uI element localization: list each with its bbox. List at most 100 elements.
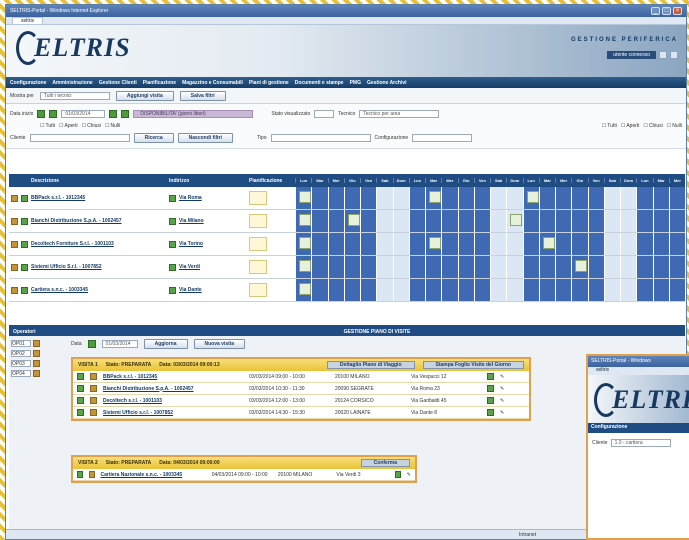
edit-icon[interactable]: ✎ <box>500 386 504 392</box>
day-cell[interactable] <box>473 256 490 278</box>
nav-item-configurazione[interactable]: Configurazione <box>10 80 46 86</box>
close-icon[interactable]: × <box>673 7 682 15</box>
day-cell[interactable] <box>457 187 474 209</box>
day-cell[interactable] <box>620 256 637 278</box>
client-icon[interactable] <box>11 240 18 248</box>
day-cell[interactable] <box>327 210 344 232</box>
day-cell[interactable] <box>652 256 669 278</box>
move-icon[interactable] <box>77 397 84 404</box>
address-link[interactable]: Via Roma <box>179 195 202 201</box>
client-icon[interactable] <box>11 263 18 271</box>
day-cell[interactable] <box>295 233 312 255</box>
visit-client-link[interactable]: Sistemi Ufficio s.r.l. - 1007852 <box>103 410 243 416</box>
next-week-icon[interactable] <box>121 110 130 118</box>
status-icon[interactable] <box>21 286 28 294</box>
table-row[interactable]: Sistemi Ufficio S.r.l. - 1007852 Via Verd… <box>9 256 685 279</box>
client-link[interactable]: Decoltech Forniture S.r.l. - 1001103 <box>31 241 114 247</box>
day-cell[interactable] <box>587 279 604 301</box>
day-cell[interactable] <box>408 256 425 278</box>
day-cell[interactable] <box>425 233 442 255</box>
day-cell[interactable] <box>571 256 588 278</box>
day-cell[interactable] <box>538 256 555 278</box>
day-cell[interactable] <box>603 256 620 278</box>
day-cell[interactable] <box>327 233 344 255</box>
add-visit-button[interactable]: Aggiungi visita <box>115 90 174 101</box>
edit-icon[interactable]: ✎ <box>500 398 504 404</box>
client-icon[interactable] <box>11 194 18 202</box>
day-cell[interactable] <box>636 256 653 278</box>
day-cell[interactable] <box>441 279 458 301</box>
day-cell[interactable] <box>327 256 344 278</box>
day-cell[interactable] <box>408 210 425 232</box>
day-cell[interactable] <box>295 279 312 301</box>
day-cell[interactable] <box>408 187 425 209</box>
day-cell[interactable] <box>506 187 523 209</box>
day-cell[interactable] <box>343 187 360 209</box>
day-cell[interactable] <box>571 187 588 209</box>
day-cell[interactable] <box>571 279 588 301</box>
confirm-button[interactable]: Conferma <box>360 459 410 467</box>
day-cell[interactable] <box>376 187 393 209</box>
day-cell[interactable] <box>490 279 507 301</box>
edit-icon[interactable]: ✎ <box>500 374 504 380</box>
note-icon[interactable] <box>249 214 267 228</box>
day-cell[interactable] <box>506 233 523 255</box>
day-cell[interactable] <box>555 187 572 209</box>
check-chiusi-1[interactable]: Chiusi <box>82 123 101 129</box>
day-cell[interactable] <box>668 279 685 301</box>
nav-item-pmg[interactable]: PMG <box>350 80 361 86</box>
type-select[interactable] <box>270 134 371 142</box>
day-cell[interactable] <box>425 210 442 232</box>
visit-row[interactable]: Cartiera Nazionale s.n.c. - 1003345 04/03… <box>73 469 415 481</box>
day-cell[interactable] <box>506 210 523 232</box>
nav-item-archivi[interactable]: Gestione Archivi <box>367 80 407 86</box>
tech-select[interactable]: Tecnico per area <box>359 110 440 118</box>
nav-item-clienti[interactable]: Gestione Clienti <box>99 80 137 86</box>
visit-row[interactable]: Bianchi Distribuzione S.p.A. - 1002457 03… <box>73 383 529 395</box>
day-cell[interactable] <box>376 233 393 255</box>
table-row[interactable]: Bianchi Distribuzione S.p.A. - 1002457 Vi… <box>9 210 685 233</box>
day-cell[interactable] <box>571 233 588 255</box>
day-cell[interactable] <box>571 210 588 232</box>
operator-field[interactable]: OP03 <box>11 359 31 367</box>
operator-icon[interactable] <box>33 359 40 367</box>
day-cell[interactable] <box>441 233 458 255</box>
operator-icon[interactable] <box>33 369 40 377</box>
visit-date-input[interactable]: 01/03/2014 <box>101 340 138 348</box>
day-cell[interactable] <box>425 256 442 278</box>
nav-item-magazzino[interactable]: Magazzino e Consumabili <box>182 80 243 86</box>
day-cell[interactable] <box>392 233 409 255</box>
day-cell[interactable] <box>522 256 539 278</box>
day-cell[interactable] <box>587 233 604 255</box>
day-cell[interactable] <box>490 187 507 209</box>
day-cell[interactable] <box>490 233 507 255</box>
minimize-icon[interactable]: _ <box>651 7 660 15</box>
map-icon[interactable] <box>169 240 176 248</box>
confirm-icon[interactable] <box>487 397 494 404</box>
day-cell[interactable] <box>538 233 555 255</box>
travel-plan-button[interactable]: Dettaglio Piano di Viaggio <box>326 361 415 369</box>
operator-field[interactable]: OP04 <box>11 369 31 377</box>
edit-icon[interactable]: ✎ <box>500 410 504 416</box>
day-cell[interactable] <box>668 233 685 255</box>
day-cell[interactable] <box>360 233 377 255</box>
day-cell[interactable] <box>506 279 523 301</box>
move-icon[interactable] <box>77 385 84 392</box>
day-cell[interactable] <box>522 187 539 209</box>
day-cell[interactable] <box>620 279 637 301</box>
day-cell[interactable] <box>295 187 312 209</box>
status-icon[interactable] <box>21 240 28 248</box>
day-cell[interactable] <box>473 233 490 255</box>
day-cell[interactable] <box>555 256 572 278</box>
date-start-input[interactable]: 01/03/2014 <box>61 110 106 118</box>
check-aperti-2[interactable]: Aperti <box>621 123 639 129</box>
hide-filters-button[interactable]: Nascondi filtri <box>177 133 233 143</box>
calendar-icon[interactable] <box>87 340 96 348</box>
address-link[interactable]: Via Milano <box>179 218 204 224</box>
client-link[interactable]: BBPack s.r.l. - 1012345 <box>31 195 85 201</box>
operator-icon[interactable] <box>33 339 40 347</box>
day-cell[interactable] <box>392 187 409 209</box>
day-cell[interactable] <box>473 187 490 209</box>
day-cell[interactable] <box>668 210 685 232</box>
day-cell[interactable] <box>555 233 572 255</box>
